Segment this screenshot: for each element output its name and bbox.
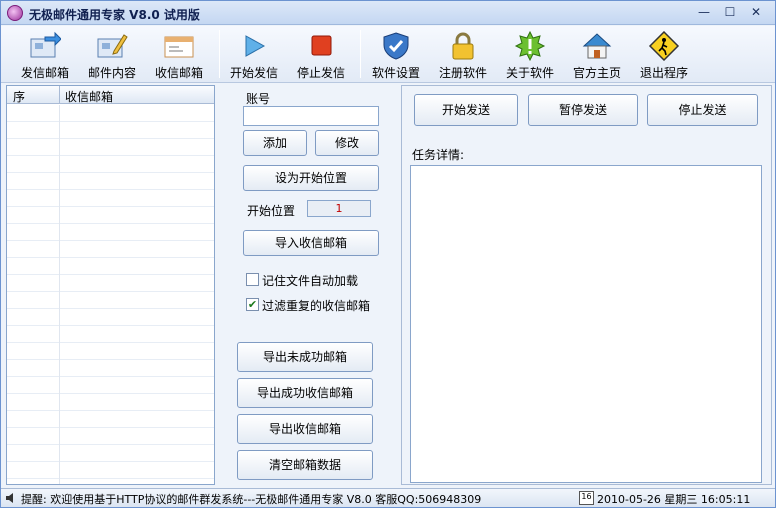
toolbar-homepage-button[interactable]: 官方主页: [565, 28, 629, 81]
home-icon: [582, 33, 612, 59]
toolbar-label: 软件设置: [371, 66, 420, 80]
title-bar: 无极邮件通用专家 V8.0 试用版 — ☐ ✕: [1, 1, 775, 25]
recipient-mailbox-icon: [164, 36, 194, 58]
toolbar-label: 退出程序: [639, 66, 688, 80]
toolbar-register-button[interactable]: 注册软件: [431, 28, 495, 81]
status-datetime: 2010-05-26 星期三 16:05:11: [597, 493, 751, 506]
column-divider: [59, 86, 60, 104]
stop-sending-button[interactable]: 停止发送: [647, 94, 758, 126]
task-details-label: 任务详情:: [412, 148, 465, 162]
start-position-field[interactable]: 1: [307, 200, 371, 217]
export-failed-button[interactable]: 导出未成功邮箱: [237, 342, 373, 372]
toolbar-mail-content-button[interactable]: 邮件内容: [80, 28, 144, 81]
window-title: 无极邮件通用专家 V8.0 试用版: [29, 8, 200, 22]
column-header-seq[interactable]: 序: [13, 88, 25, 105]
toolbar-settings-button[interactable]: 软件设置: [364, 28, 428, 81]
toolbar-label: 注册软件: [438, 66, 487, 80]
info-badge-icon: [514, 31, 546, 61]
play-icon: [245, 35, 266, 57]
filter-duplicates-checkbox[interactable]: ✔: [246, 298, 259, 311]
toolbar-recipient-mailbox-button[interactable]: 收信邮箱: [147, 28, 211, 81]
account-input[interactable]: [243, 106, 379, 126]
toolbar-label: 邮件内容: [87, 66, 136, 80]
toolbar-label: 关于软件: [505, 66, 554, 80]
minimize-button[interactable]: —: [691, 4, 717, 21]
toolbar-label: 官方主页: [572, 66, 621, 80]
exit-sign-icon: [648, 31, 680, 61]
filter-duplicates-label: 过滤重复的收信邮箱: [262, 299, 371, 313]
status-message: 提醒: 欢迎使用基于HTTP协议的邮件群发系统---无极邮件通用专家 V8.0 …: [21, 493, 482, 506]
remember-file-checkbox[interactable]: [246, 273, 259, 286]
account-label: 账号: [246, 92, 271, 106]
start-position-label: 开始位置: [247, 204, 296, 218]
toolbar-label: 开始发信: [229, 66, 278, 80]
task-details-box[interactable]: [410, 165, 762, 483]
toolbar-start-send-button[interactable]: 开始发信: [222, 28, 286, 81]
main-window: 无极邮件通用专家 V8.0 试用版 — ☐ ✕ 发信邮箱 邮件内容 收信邮箱 开…: [0, 0, 776, 508]
modify-button[interactable]: 修改: [315, 130, 379, 156]
toolbar-exit-button[interactable]: 退出程序: [632, 28, 696, 81]
toolbar: 发信邮箱 邮件内容 收信邮箱 开始发信 停止发信 软件设置 注册软件 关于软件 …: [1, 26, 775, 83]
toolbar-label: 发信邮箱: [20, 66, 69, 80]
column-header-mailbox[interactable]: 收信邮箱: [65, 88, 113, 105]
mail-content-icon: [97, 34, 128, 58]
pause-sending-button[interactable]: 暂停发送: [528, 94, 638, 126]
status-bar: 提醒: 欢迎使用基于HTTP协议的邮件群发系统---无极邮件通用专家 V8.0 …: [1, 488, 775, 507]
toolbar-sender-mailbox-button[interactable]: 发信邮箱: [13, 28, 77, 81]
list-header: 序 收信邮箱: [7, 86, 214, 104]
sender-mailbox-icon: [30, 31, 61, 58]
start-sending-button[interactable]: 开始发送: [414, 94, 518, 126]
toolbar-separator: [219, 30, 220, 78]
clear-mailbox-data-button[interactable]: 清空邮箱数据: [237, 450, 373, 480]
maximize-button[interactable]: ☐: [717, 4, 743, 21]
list-body[interactable]: [7, 105, 214, 484]
speaker-icon: [6, 493, 13, 503]
column-grid-line: [59, 105, 60, 484]
shield-icon: [383, 32, 409, 60]
toolbar-about-button[interactable]: 关于软件: [498, 28, 562, 81]
import-recipients-button[interactable]: 导入收信邮箱: [243, 230, 379, 256]
app-icon: [7, 5, 23, 21]
toolbar-separator: [360, 30, 361, 78]
export-success-button[interactable]: 导出成功收信邮箱: [237, 378, 373, 408]
add-button[interactable]: 添加: [243, 130, 307, 156]
calendar-icon: 16: [579, 491, 594, 505]
close-button[interactable]: ✕: [743, 4, 769, 21]
export-recipients-button[interactable]: 导出收信邮箱: [237, 414, 373, 444]
set-start-position-button[interactable]: 设为开始位置: [243, 165, 379, 191]
stop-icon: [311, 35, 332, 56]
toolbar-label: 停止发信: [296, 66, 345, 80]
remember-file-label: 记住文件自动加载: [262, 274, 359, 288]
lock-icon: [452, 32, 474, 60]
recipient-list[interactable]: 序 收信邮箱: [6, 85, 215, 485]
toolbar-stop-send-button[interactable]: 停止发信: [289, 28, 353, 81]
toolbar-label: 收信邮箱: [154, 66, 203, 80]
